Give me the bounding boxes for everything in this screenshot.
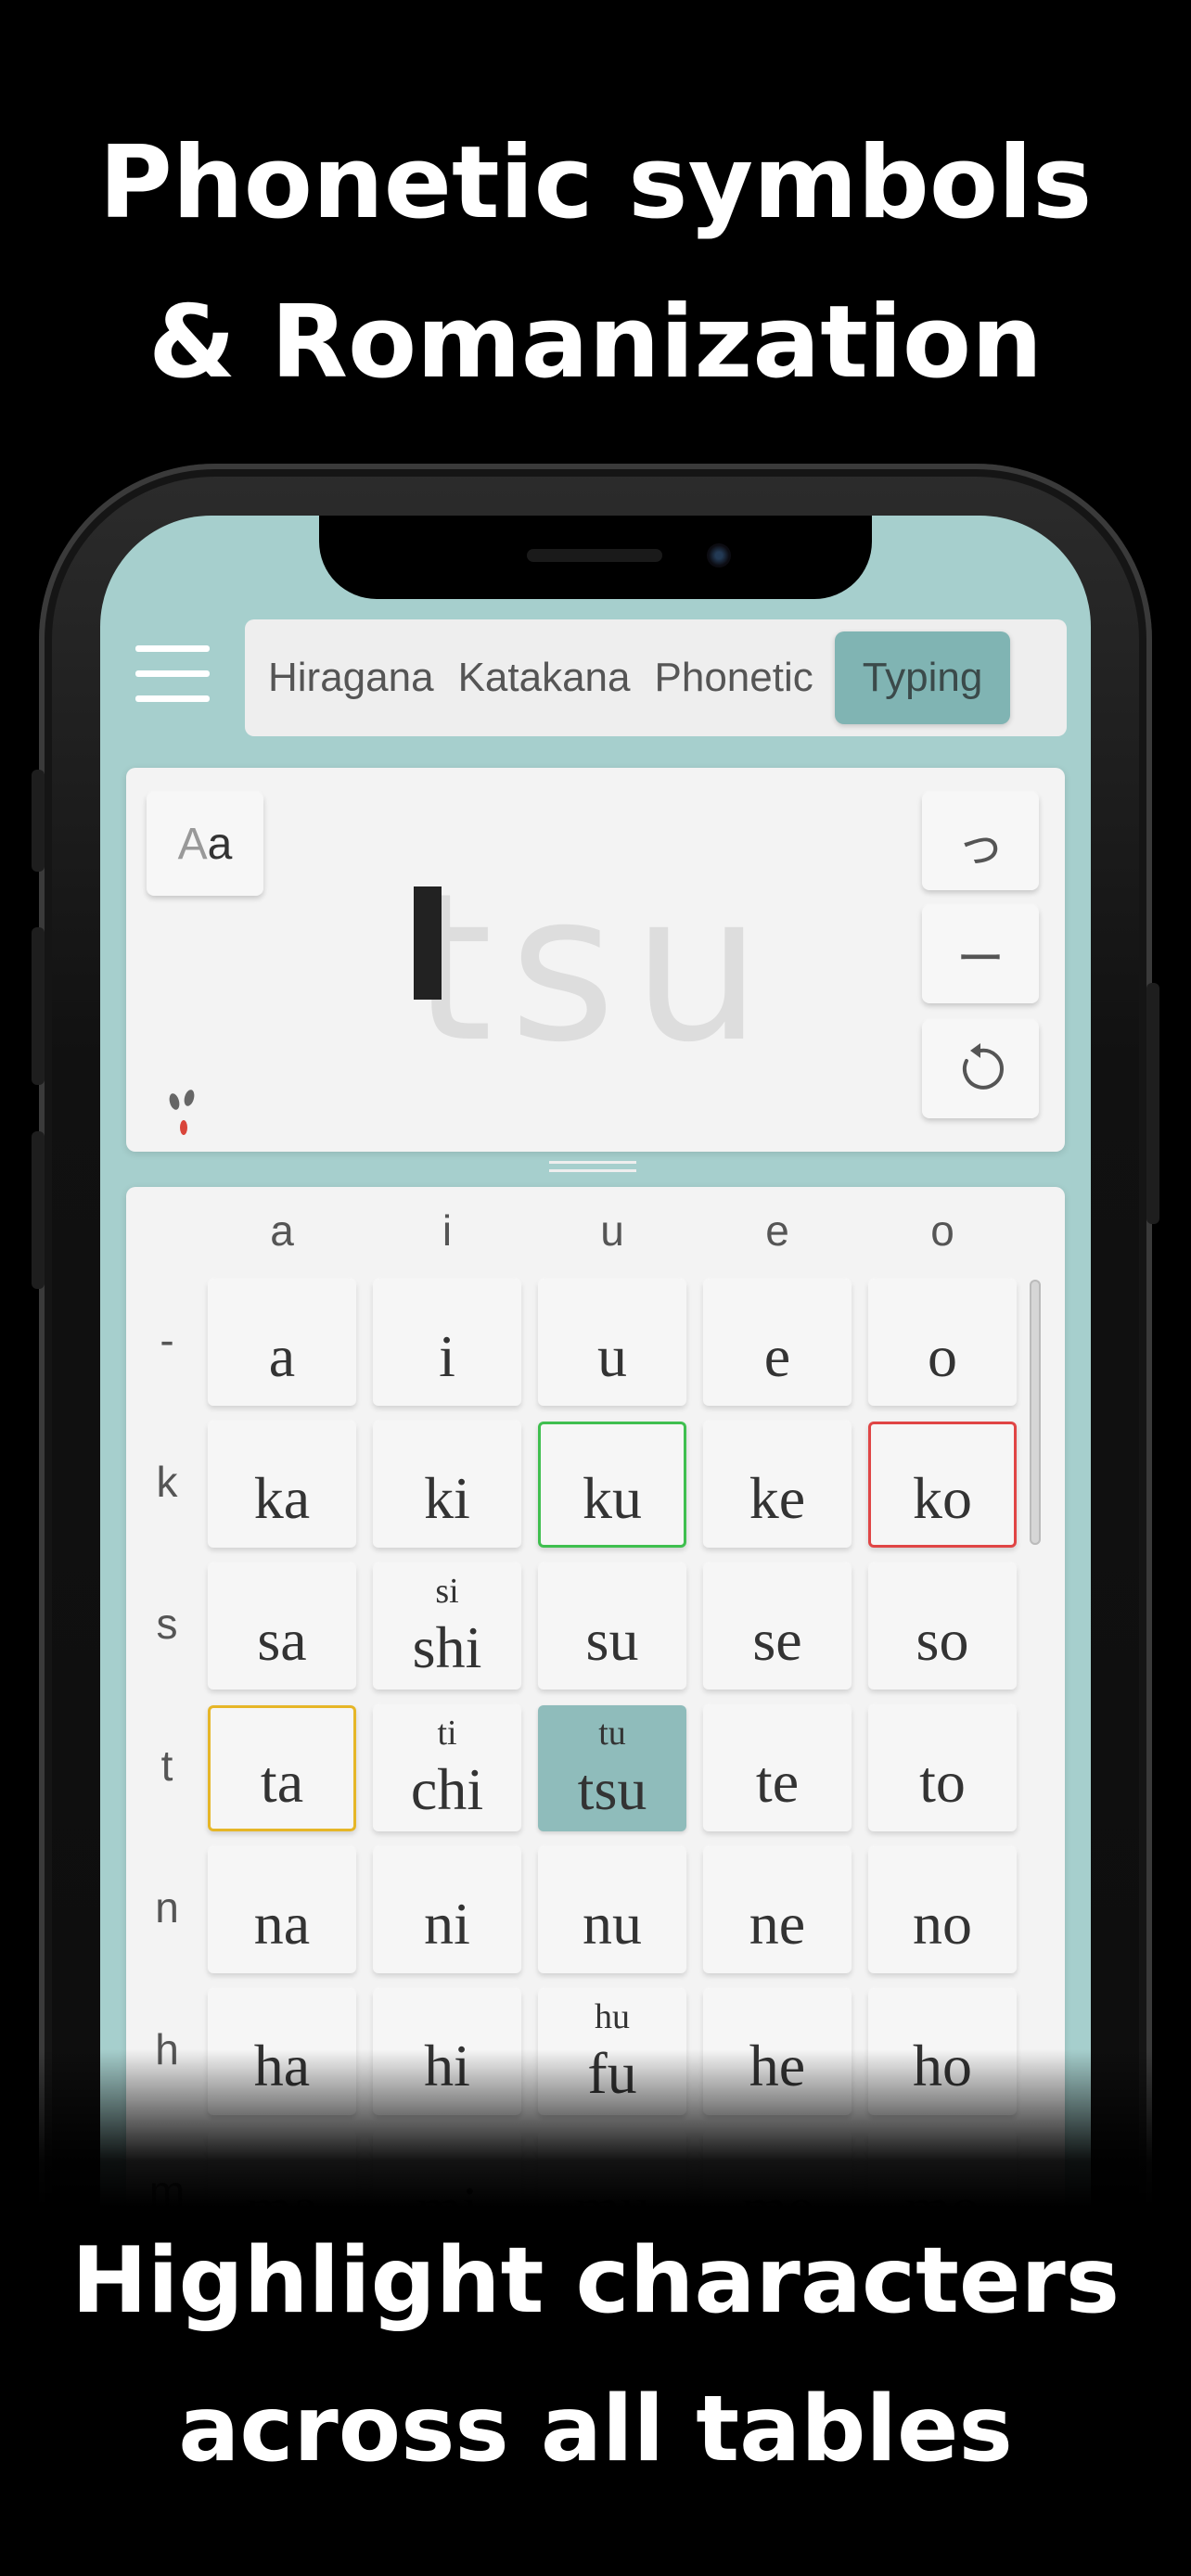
romanization: tsu [577, 1756, 647, 1822]
resize-handle[interactable] [549, 1161, 636, 1176]
romanization: to [919, 1749, 966, 1815]
table-cell-su[interactable]: su [538, 1563, 686, 1690]
romanization: u [597, 1323, 627, 1389]
romanization: ne [749, 1891, 806, 1957]
row-header: k [156, 1458, 178, 1506]
romanization: se [752, 1607, 802, 1673]
table-cell-ki[interactable]: ki [373, 1422, 521, 1548]
headline-top: Phonetic symbols & Romanization [0, 104, 1191, 423]
table-scrollbar[interactable] [1030, 1280, 1041, 1545]
tab-phonetic[interactable]: Phonetic [643, 631, 826, 724]
phone-side-button [32, 770, 45, 872]
table-cell-e[interactable]: e [703, 1280, 852, 1406]
tab-katakana[interactable]: Katakana [446, 631, 643, 724]
table-cell-to[interactable]: to [868, 1705, 1017, 1831]
table-cell-tsu[interactable]: tu tsu [538, 1705, 686, 1831]
romanization: e [763, 1323, 791, 1389]
column-header: o [930, 1206, 954, 1255]
table-cell-ka[interactable]: ka [208, 1422, 356, 1548]
table-cell-ke[interactable]: ke [703, 1422, 852, 1548]
table-cell-ko[interactable]: ko [868, 1422, 1017, 1548]
long-vowel-button[interactable]: ー [922, 905, 1039, 1003]
romanization: ko [913, 1465, 972, 1531]
table-cell-ku[interactable]: ku [538, 1422, 686, 1548]
romanization: ta [260, 1749, 304, 1815]
romanization: chi [410, 1756, 484, 1822]
romanization: shi [412, 1614, 482, 1680]
romanization: ke [749, 1465, 806, 1531]
tab-typing[interactable]: Typing [834, 631, 1011, 724]
tab-bar: Hiragana Katakana Phonetic Typing [245, 619, 1067, 736]
phone-volume-down [32, 1131, 45, 1289]
hamburger-menu-icon[interactable] [135, 645, 210, 705]
table-cell-nu[interactable]: nu [538, 1847, 686, 1973]
undo-icon [963, 1043, 1004, 1090]
column-header: a [270, 1206, 294, 1255]
table-cell-ta[interactable]: ta [208, 1705, 356, 1831]
alt-romanization: tu [598, 1714, 626, 1753]
romanization: nu [583, 1891, 642, 1957]
romanization: so [916, 1607, 969, 1673]
typing-display: Aa tsu っ ー [126, 768, 1065, 1152]
romanization: i [439, 1323, 455, 1389]
table-cell-ne[interactable]: ne [703, 1847, 852, 1973]
romanization: ni [424, 1891, 470, 1957]
romanization: na [253, 1891, 311, 1957]
alt-romanization: si [435, 1572, 459, 1611]
table-cell-a[interactable]: a [208, 1280, 356, 1406]
column-header: i [442, 1206, 453, 1255]
text-cursor [414, 886, 442, 1000]
table-cell-u[interactable]: u [538, 1280, 686, 1406]
tab-hiragana[interactable]: Hiragana [256, 631, 446, 724]
alt-romanization: hu [595, 1997, 630, 2036]
table-cell-no[interactable]: no [868, 1847, 1017, 1973]
headline-bottom: Highlight characters across all tables [0, 2207, 1191, 2504]
table-cell-te[interactable]: te [703, 1705, 852, 1831]
romanization: a [268, 1323, 296, 1389]
column-header: e [765, 1206, 789, 1255]
romanization: o [928, 1323, 957, 1389]
headline-bottom-line1: Highlight characters [70, 2228, 1121, 2334]
table-cell-i[interactable]: i [373, 1280, 521, 1406]
headline-top-line1: Phonetic symbols [98, 125, 1093, 241]
undo-button[interactable] [922, 1020, 1039, 1118]
table-cell-sa[interactable]: sa [208, 1563, 356, 1690]
table-cell-chi[interactable]: ti chi [373, 1705, 521, 1831]
footprints-icon [161, 1085, 208, 1149]
phone-volume-up [32, 927, 45, 1085]
headline-bottom-line2: across all tables [178, 2377, 1013, 2482]
phone-speaker [527, 549, 662, 562]
row-header: s [156, 1600, 178, 1648]
romanization: ka [253, 1465, 311, 1531]
romanization: no [913, 1891, 972, 1957]
table-cell-na[interactable]: na [208, 1847, 356, 1973]
table-cell-shi[interactable]: si shi [373, 1563, 521, 1690]
headline-top-line2: & Romanization [148, 285, 1043, 401]
column-header: u [600, 1206, 624, 1255]
romanization: te [755, 1749, 800, 1815]
table-cell-ni[interactable]: ni [373, 1847, 521, 1973]
romanization: ki [424, 1465, 470, 1531]
row-header: t [160, 1741, 173, 1790]
small-tsu-button[interactable]: っ [922, 792, 1039, 890]
phone-power-button [1146, 983, 1159, 1224]
alt-romanization: ti [437, 1714, 457, 1753]
table-cell-o[interactable]: o [868, 1280, 1017, 1406]
row-header: - [160, 1316, 174, 1364]
row-header: n [155, 1883, 179, 1932]
romanization: su [585, 1607, 639, 1673]
table-cell-so[interactable]: so [868, 1563, 1017, 1690]
romanization: sa [257, 1607, 307, 1673]
romanization: ku [583, 1465, 642, 1531]
table-cell-se[interactable]: se [703, 1563, 852, 1690]
front-camera [707, 543, 731, 567]
